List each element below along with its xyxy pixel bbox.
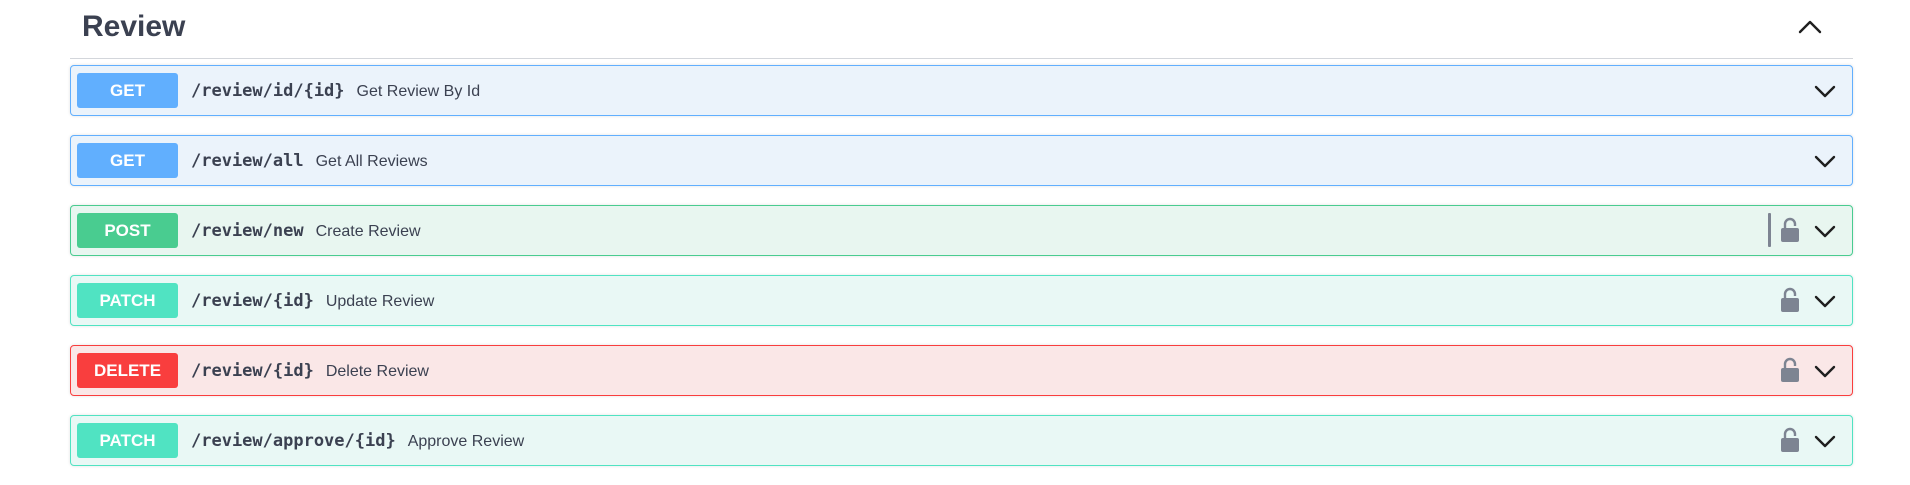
chevron-down-icon[interactable] — [1812, 150, 1838, 172]
operation-summary: Update Review — [325, 293, 435, 310]
path-text: /review/all — [191, 151, 304, 171]
method-badge: POST — [77, 213, 178, 248]
operation-path: /review/new Create Review — [191, 221, 421, 242]
operation-path: /review/{id} Delete Review — [191, 361, 429, 382]
lock-icon[interactable] — [1780, 427, 1800, 453]
lock-icon[interactable] — [1780, 357, 1800, 383]
method-badge: PATCH — [77, 423, 178, 458]
operation-summary: Approve Review — [407, 433, 525, 450]
operation-summary: Create Review — [315, 223, 421, 240]
chevron-down-icon[interactable] — [1812, 360, 1838, 382]
section-title: Review — [82, 10, 186, 43]
operation-path: /review/{id} Update Review — [191, 291, 434, 312]
method-badge: PATCH — [77, 283, 178, 318]
chevron-down-icon[interactable] — [1812, 220, 1838, 242]
section-header[interactable]: Review — [70, 0, 1853, 59]
lock-icon[interactable] — [1780, 217, 1800, 243]
operation-delete-review[interactable]: DELETE /review/{id} Delete Review — [70, 345, 1853, 396]
operation-summary: Delete Review — [325, 363, 429, 380]
chevron-down-icon[interactable] — [1812, 80, 1838, 102]
path-text: /review/approve/{id} — [191, 431, 396, 451]
lock-icon[interactable] — [1780, 287, 1800, 313]
path-text: /review/{id} — [191, 361, 314, 381]
operation-path: /review/all Get All Reviews — [191, 151, 428, 172]
path-text: /review/{id} — [191, 291, 314, 311]
operation-get-all-reviews[interactable]: GET /review/all Get All Reviews — [70, 135, 1853, 186]
chevron-down-icon[interactable] — [1812, 290, 1838, 312]
operation-get-review-by-id[interactable]: GET /review/id/{id} Get Review By Id — [70, 65, 1853, 116]
operation-path: /review/id/{id} Get Review By Id — [191, 81, 480, 102]
method-badge: GET — [77, 143, 178, 178]
operations-list: GET /review/id/{id} Get Review By Id GET … — [70, 65, 1853, 485]
path-text: /review/id/{id} — [191, 81, 345, 101]
operation-summary: Get Review By Id — [356, 83, 481, 100]
review-section: Review GET /review/id/{id} Get Review By … — [70, 0, 1853, 466]
method-badge: DELETE — [77, 353, 178, 388]
chevron-up-icon[interactable] — [1795, 14, 1825, 38]
chevron-down-icon[interactable] — [1812, 430, 1838, 452]
operation-update-review[interactable]: PATCH /review/{id} Update Review — [70, 275, 1853, 326]
operation-approve-review[interactable]: PATCH /review/approve/{id} Approve Review — [70, 415, 1853, 466]
operation-create-review[interactable]: POST /review/new Create Review — [70, 205, 1853, 256]
operation-path: /review/approve/{id} Approve Review — [191, 431, 524, 452]
operation-summary: Get All Reviews — [315, 153, 428, 170]
method-badge: GET — [77, 73, 178, 108]
path-text: /review/new — [191, 221, 304, 241]
text-cursor — [1768, 213, 1771, 247]
